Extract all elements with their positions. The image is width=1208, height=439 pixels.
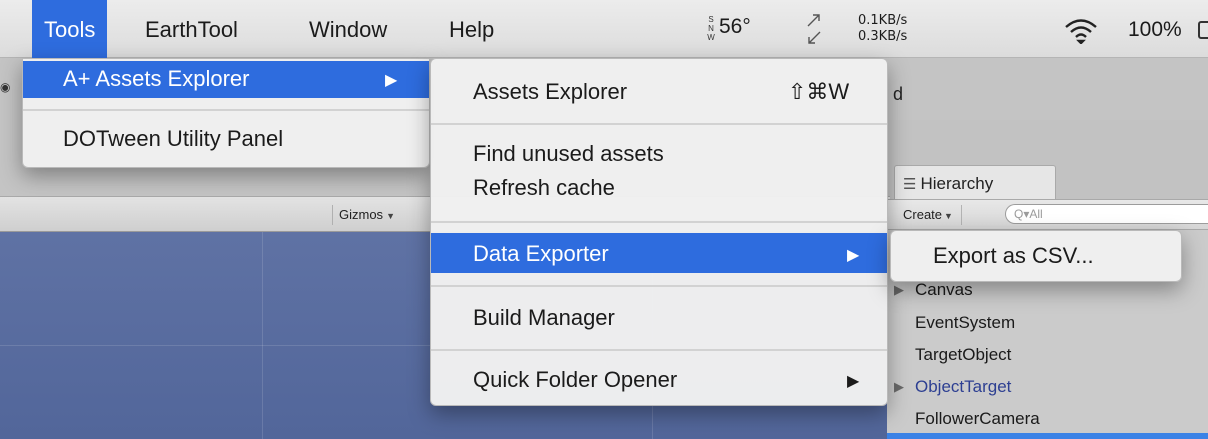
network-arrows-icon <box>807 14 821 44</box>
menu-item-build-manager[interactable]: Build Manager <box>431 297 887 337</box>
battery-percentage[interactable]: 100% <box>1128 0 1182 58</box>
menu-earthtool[interactable]: EarthTool <box>133 0 250 58</box>
hierarchy-item-eventsystem[interactable]: EventSystem <box>915 313 1015 333</box>
menu-help[interactable]: Help <box>437 0 506 58</box>
gizmos-dropdown[interactable]: Gizmos ▼ <box>332 205 401 225</box>
menu-item-quick-folder-opener[interactable]: Quick Folder Opener ▶ <box>431 361 887 401</box>
menu-item-label: Build Manager <box>473 305 615 330</box>
menu-item-label: Find unused assets <box>473 141 664 166</box>
battery-icon[interactable] <box>1198 21 1208 39</box>
download-rate: 0.3KB/s <box>858 29 908 44</box>
upload-rate: 0.1KB/s <box>858 13 908 28</box>
menu-tools[interactable]: Tools <box>32 0 108 58</box>
scene-grid-line <box>262 232 263 439</box>
menu-item-label: Export as CSV... <box>933 243 1094 268</box>
data-exporter-submenu: Export as CSV... <box>890 230 1182 282</box>
menu-separator <box>431 285 887 287</box>
menu-item-label: Assets Explorer <box>473 79 628 104</box>
submenu-arrow-icon: ▶ <box>385 72 398 89</box>
submenu-arrow-icon: ▶ <box>847 247 860 264</box>
tab-hierarchy[interactable]: ☰ Hierarchy <box>894 165 1056 200</box>
create-label: Create <box>903 207 943 222</box>
menu-separator <box>23 109 429 111</box>
temperature-value: 56° <box>719 15 751 38</box>
gizmos-label: Gizmos <box>339 207 384 222</box>
menu-item-label: Quick Folder Opener <box>473 367 678 392</box>
menu-separator <box>431 123 887 125</box>
list-icon: ☰ <box>903 176 917 193</box>
submenu-arrow-icon: ▶ <box>847 373 860 390</box>
menu-item-label: Refresh cache <box>473 175 615 200</box>
menu-item-dotween-utility-panel[interactable]: DOTween Utility Panel <box>23 121 429 158</box>
menu-item-assets-explorer[interactable]: A+ Assets Explorer ▶ <box>23 61 429 98</box>
keyboard-shortcut: ⇧⌘W <box>788 79 850 104</box>
tab-hierarchy-label: Hierarchy <box>920 174 994 193</box>
expand-triangle-icon[interactable]: ▶ <box>894 282 904 298</box>
assets-explorer-submenu: Assets Explorer ⇧⌘W Find unused assets R… <box>430 58 888 406</box>
hierarchy-item-targetobject[interactable]: TargetObject <box>915 345 1011 365</box>
selected-row-highlight <box>887 433 1208 439</box>
menu-item-label: Data Exporter <box>473 241 609 266</box>
menu-item-label: A+ Assets Explorer <box>63 66 250 91</box>
create-dropdown[interactable]: Create ▼ <box>903 205 962 225</box>
menu-bar: Tools EarthTool Window Help SNW 56° 0.1K… <box>0 0 1208 58</box>
menu-item-data-exporter[interactable]: Data Exporter ▶ <box>431 233 887 273</box>
menu-item-refresh-cache[interactable]: Refresh cache <box>431 173 887 209</box>
hierarchy-search-input[interactable]: Q▾All <box>1005 204 1208 224</box>
hierarchy-item-objecttarget[interactable]: ObjectTarget <box>915 377 1011 397</box>
menu-item-export-as-csv[interactable]: Export as CSV... <box>891 237 1181 277</box>
menu-window[interactable]: Window <box>297 0 399 58</box>
hierarchy-item-canvas[interactable]: Canvas <box>915 280 973 300</box>
hierarchy-item-followercamera[interactable]: FollowerCamera <box>915 409 1040 429</box>
tools-menu: A+ Assets Explorer ▶ DOTween Utility Pan… <box>22 58 430 168</box>
window-title-fragment: d <box>893 84 904 104</box>
menu-separator <box>431 349 887 351</box>
menu-separator <box>431 221 887 223</box>
expand-triangle-icon[interactable]: ▶ <box>894 379 904 395</box>
dropdown-arrow-icon: ▼ <box>944 211 953 221</box>
network-rates[interactable]: 0.1KB/s 0.3KB/s <box>858 13 907 45</box>
menu-item-label: DOTween Utility Panel <box>63 126 284 151</box>
menu-item-assets-explorer-window[interactable]: Assets Explorer ⇧⌘W <box>431 71 887 111</box>
wifi-icon[interactable] <box>1064 18 1098 44</box>
dropdown-arrow-icon: ▼ <box>386 211 395 221</box>
menu-item-find-unused-assets[interactable]: Find unused assets <box>431 137 887 173</box>
compass-icon: SNW <box>707 15 715 42</box>
eye-icon: ◉ <box>0 80 11 94</box>
